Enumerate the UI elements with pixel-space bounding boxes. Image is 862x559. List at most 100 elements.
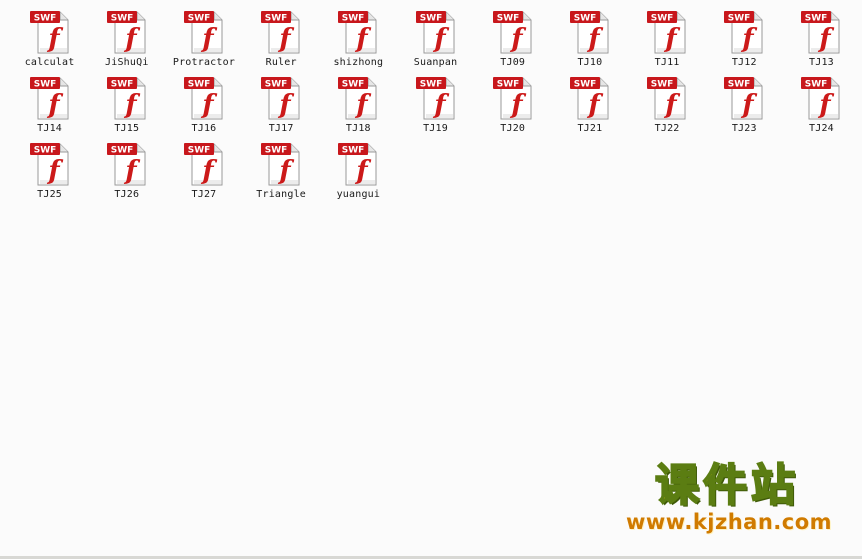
file-label: Suanpan — [413, 57, 458, 68]
svg-text:SWF: SWF — [188, 80, 211, 90]
svg-text:SWF: SWF — [33, 80, 56, 90]
file-label: TJ09 — [500, 57, 526, 68]
file-item[interactable]: SWF f TJ23 — [706, 75, 783, 141]
file-item[interactable]: SWF f Ruler — [243, 9, 320, 75]
file-item[interactable]: SWF f TJ27 — [165, 141, 242, 207]
swf-file-icon: SWFf — [106, 11, 146, 54]
svg-text:SWF: SWF — [419, 80, 442, 90]
swf-file-icon: SWFf — [106, 77, 146, 120]
swf-file-icon: SWFf — [569, 11, 609, 54]
file-label: yuangui — [336, 189, 381, 200]
svg-text:SWF: SWF — [265, 14, 288, 24]
file-item[interactable]: SWF f Suanpan — [397, 9, 474, 75]
svg-text:SWF: SWF — [728, 80, 751, 90]
file-item[interactable]: SWF f TJ20 — [474, 75, 551, 141]
svg-text:SWF: SWF — [111, 14, 134, 24]
file-label: Protractor — [172, 57, 236, 68]
file-label: TJ18 — [345, 123, 371, 134]
file-label: TJ13 — [809, 57, 834, 68]
file-label: TJ15 — [114, 123, 140, 134]
svg-text:SWF: SWF — [805, 80, 828, 90]
file-label: TJ17 — [268, 123, 294, 134]
swf-file-icon: SWFf — [492, 11, 532, 54]
file-item[interactable]: SWF f TJ09 — [474, 9, 551, 75]
file-item[interactable]: SWF f TJ21 — [551, 75, 628, 141]
file-label: calculat — [24, 57, 75, 68]
file-item[interactable]: SWF f calculat — [11, 9, 88, 75]
svg-text:SWF: SWF — [188, 14, 211, 24]
swf-file-icon: SWFf — [261, 77, 300, 120]
svg-text:SWF: SWF — [111, 146, 134, 156]
file-item[interactable]: SWF f TJ18 — [320, 75, 397, 141]
svg-text:SWF: SWF — [496, 14, 519, 24]
file-item[interactable]: SWF f yuangui — [320, 141, 397, 207]
swf-file-icon: SWFf — [183, 11, 223, 54]
file-item[interactable]: SWF f TJ14 — [11, 75, 88, 141]
swf-file-icon: SWFf — [261, 143, 300, 186]
swf-file-icon: SWFf — [724, 77, 763, 120]
swf-file-icon: SWFf — [415, 11, 455, 54]
svg-text:SWF: SWF — [651, 80, 674, 90]
svg-text:SWF: SWF — [419, 14, 442, 24]
file-item[interactable]: SWF f TJ16 — [165, 75, 242, 141]
file-label: TJ26 — [114, 189, 140, 200]
file-label: TJ21 — [577, 123, 603, 134]
svg-text:SWF: SWF — [805, 14, 828, 24]
file-item[interactable]: SWF f shizhong — [320, 9, 397, 75]
watermark-url: www.kjzhan.com — [625, 510, 833, 534]
svg-text:SWF: SWF — [496, 80, 519, 90]
swf-file-icon: SWFf — [183, 77, 223, 120]
svg-text:SWF: SWF — [574, 14, 597, 24]
file-label: TJ24 — [809, 123, 834, 134]
file-label: TJ25 — [37, 189, 63, 200]
svg-text:SWF: SWF — [265, 80, 288, 90]
file-item[interactable]: SWF f TJ22 — [629, 75, 706, 141]
swf-file-icon: SWFf — [801, 77, 840, 120]
file-item[interactable]: SWF f TJ24 — [783, 75, 860, 141]
swf-file-icon: SWFf — [338, 77, 377, 120]
file-item[interactable]: SWF f TJ26 — [88, 141, 165, 207]
file-grid: SWF f calculat SWF f JiShuQi SWF f Protractor SWF… — [11, 9, 861, 207]
file-label: shizhong — [333, 57, 384, 68]
file-item[interactable]: SWF f TJ13 — [783, 9, 860, 75]
file-item[interactable]: SWF f TJ10 — [551, 9, 628, 75]
file-item[interactable]: SWF f TJ15 — [88, 75, 165, 141]
swf-file-icon: SWFf — [647, 11, 686, 54]
file-item[interactable]: SWF f TJ11 — [629, 9, 706, 75]
file-label: TJ11 — [654, 57, 680, 68]
file-item[interactable]: SWF f JiShuQi — [88, 9, 165, 75]
file-label: Triangle — [256, 189, 307, 200]
file-label: TJ27 — [191, 189, 217, 200]
file-item[interactable]: SWF f Triangle — [243, 141, 320, 207]
swf-file-icon: SWFf — [29, 143, 69, 186]
svg-text:SWF: SWF — [265, 146, 288, 156]
file-label: TJ10 — [577, 57, 603, 68]
file-item[interactable]: SWF f TJ17 — [243, 75, 320, 141]
swf-file-icon: SWFf — [29, 77, 69, 120]
swf-file-icon: SWFf — [569, 77, 609, 120]
svg-text:SWF: SWF — [33, 14, 56, 24]
svg-text:SWF: SWF — [111, 80, 134, 90]
file-item[interactable]: SWF f TJ12 — [706, 9, 783, 75]
svg-text:SWF: SWF — [188, 146, 211, 156]
swf-file-icon: SWFf — [647, 77, 686, 120]
file-item[interactable]: SWF f TJ25 — [11, 141, 88, 207]
svg-text:SWF: SWF — [342, 146, 365, 156]
svg-text:SWF: SWF — [342, 80, 365, 90]
file-label: JiShuQi — [105, 57, 149, 68]
swf-file-icon: SWFf — [415, 77, 455, 120]
svg-text:SWF: SWF — [574, 80, 597, 90]
swf-file-icon: SWFf — [261, 11, 300, 54]
swf-file-icon: SWFf — [183, 143, 223, 186]
file-label: TJ14 — [37, 123, 63, 134]
swf-file-icon: SWFf — [106, 143, 146, 186]
file-label: TJ16 — [191, 123, 217, 134]
svg-text:SWF: SWF — [728, 14, 751, 24]
watermark-logo: 课件站 www.kjzhan.com — [612, 458, 842, 538]
svg-text:SWF: SWF — [651, 14, 674, 24]
file-item[interactable]: SWF f Protractor — [165, 9, 242, 75]
swf-file-icon: SWFf — [29, 11, 69, 54]
file-list-view[interactable]: SWF f calculat SWF f JiShuQi SWF f Protractor SWF… — [0, 0, 862, 559]
file-item[interactable]: SWF f TJ19 — [397, 75, 474, 141]
file-label: TJ19 — [423, 123, 448, 134]
